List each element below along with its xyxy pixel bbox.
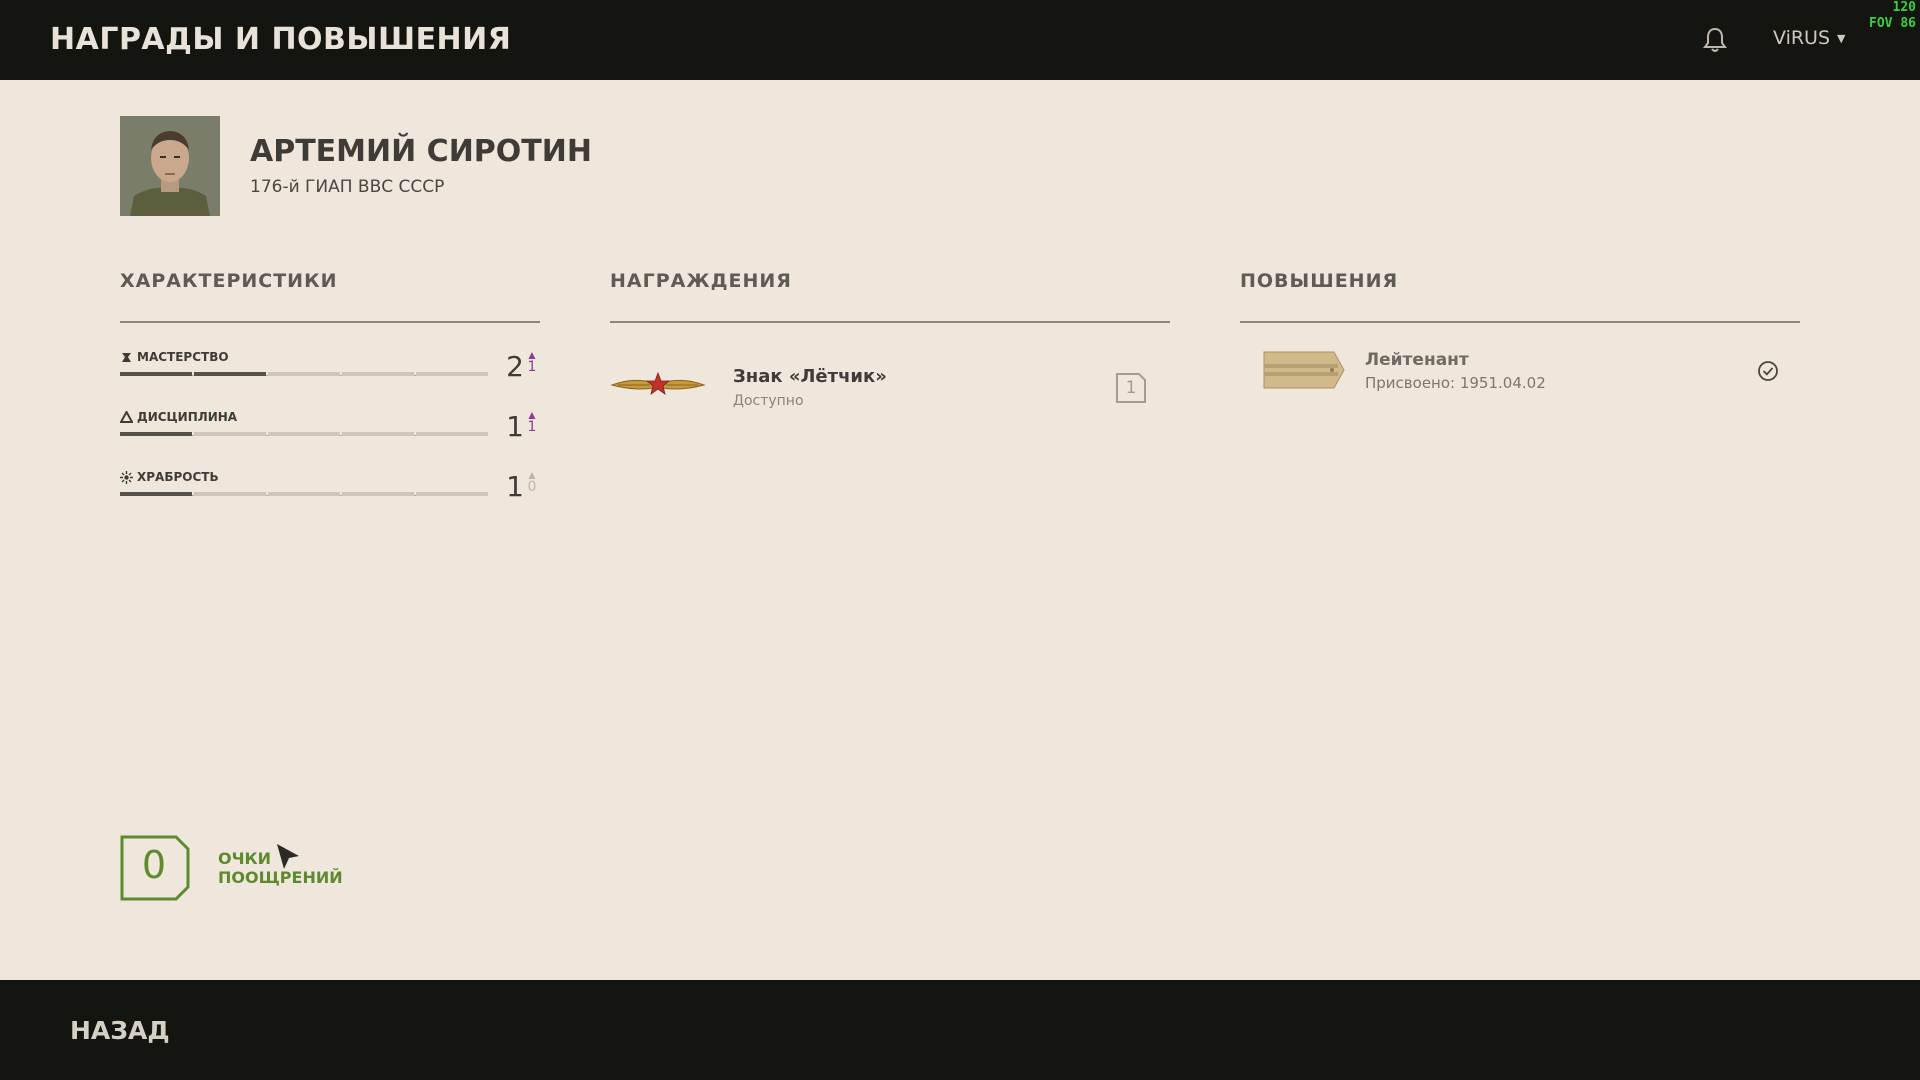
promotions-divider — [1240, 321, 1800, 323]
award-name: Знак «Лётчик» — [733, 366, 887, 387]
bravery-icon — [120, 470, 133, 484]
fov-readout: FOV 86 — [1869, 16, 1916, 31]
player-unit: 176-й ГИАП ВВС СССР — [250, 177, 445, 197]
progress-segment — [416, 492, 488, 496]
awards-divider — [610, 321, 1170, 323]
debug-overlay: 120 FOV 86 — [1869, 0, 1916, 32]
progress-segment — [268, 432, 340, 436]
page-title: НАГРАДЫ И ПОВЫШЕНИЯ — [50, 22, 512, 57]
promotion-rank: Лейтенант — [1365, 350, 1469, 370]
user-menu[interactable]: ViRUS ▼ — [1773, 27, 1846, 49]
progress-segment — [194, 492, 266, 496]
stat-label: ХРАБРОСТЬ — [137, 470, 219, 484]
progress-segment — [120, 372, 192, 376]
progress-segment — [120, 492, 192, 496]
progress-segment — [194, 372, 266, 376]
player-name: АРТЕМИЙ СИРОТИН — [250, 134, 592, 169]
shoulder-strap-icon — [1263, 351, 1345, 389]
stat-row-discipline[interactable]: ДИСЦИПЛИНА 1 ▲ 1 — [120, 409, 540, 460]
username: ViRUS — [1773, 27, 1831, 49]
stat-row-bravery[interactable]: ХРАБРОСТЬ 1 ▲ 0 — [120, 469, 540, 520]
award-count-badge: 1 — [1115, 370, 1147, 406]
mouse-cursor-icon — [277, 844, 299, 869]
progress-segment — [194, 432, 266, 436]
discipline-icon — [120, 410, 133, 423]
characteristics-heading: ХАРАКТЕРИСТИКИ — [120, 270, 338, 292]
stat-progress — [120, 492, 488, 496]
portrait-image — [120, 116, 220, 216]
chevron-down-icon: ▼ — [1837, 31, 1846, 45]
mastery-icon — [122, 352, 131, 362]
back-button[interactable]: НАЗАД — [70, 1016, 170, 1045]
award-status: Доступно — [733, 393, 804, 409]
fps-counter: 120 — [1892, 0, 1916, 15]
stat-label: ДИСЦИПЛИНА — [137, 410, 238, 424]
progress-segment — [342, 492, 414, 496]
stat-progress — [120, 432, 488, 436]
award-count: 1 — [1125, 378, 1137, 398]
progress-segment — [268, 492, 340, 496]
pilot-badge-icon — [610, 371, 706, 395]
reward-points: 0 ОЧКИ ПООЩРЕНИЙ — [120, 835, 370, 901]
bottom-bar — [0, 980, 1920, 1080]
stat-increase: ▲ 1 — [524, 409, 540, 440]
progress-segment — [120, 432, 192, 436]
check-circle-icon — [1758, 361, 1778, 381]
stat-increase: ▲ 1 — [524, 349, 540, 380]
promotion-date: Присвоено: 1951.04.02 — [1365, 374, 1546, 392]
progress-segment — [416, 432, 488, 436]
points-value: 0 — [141, 843, 167, 887]
stat-progress — [120, 372, 488, 376]
stat-label: МАСТЕРСТВО — [137, 350, 229, 364]
stat-increase: ▲ 0 — [524, 469, 540, 500]
stat-row-mastery[interactable]: МАСТЕРСТВО 2 ▲ 1 — [120, 349, 540, 400]
awards-heading: НАГРАЖДЕНИЯ — [610, 270, 792, 292]
top-bar: НАГРАДЫ И ПОВЫШЕНИЯ ViRUS ▼ 120 FOV 86 — [0, 0, 1920, 80]
progress-segment — [342, 432, 414, 436]
characteristics-divider — [120, 321, 540, 323]
stat-value: 1 — [506, 410, 524, 443]
progress-segment — [342, 372, 414, 376]
award-item[interactable]: Знак «Лётчик» Доступно 1 — [610, 350, 1170, 420]
progress-segment — [416, 372, 488, 376]
player-portrait — [120, 116, 220, 216]
promotion-item[interactable]: Лейтенант Присвоено: 1951.04.02 — [1240, 340, 1800, 400]
stat-value: 1 — [506, 470, 524, 503]
bell-icon[interactable] — [1702, 26, 1728, 54]
stat-value: 2 — [506, 350, 524, 383]
promotions-heading: ПОВЫШЕНИЯ — [1240, 270, 1399, 292]
progress-segment — [268, 372, 340, 376]
